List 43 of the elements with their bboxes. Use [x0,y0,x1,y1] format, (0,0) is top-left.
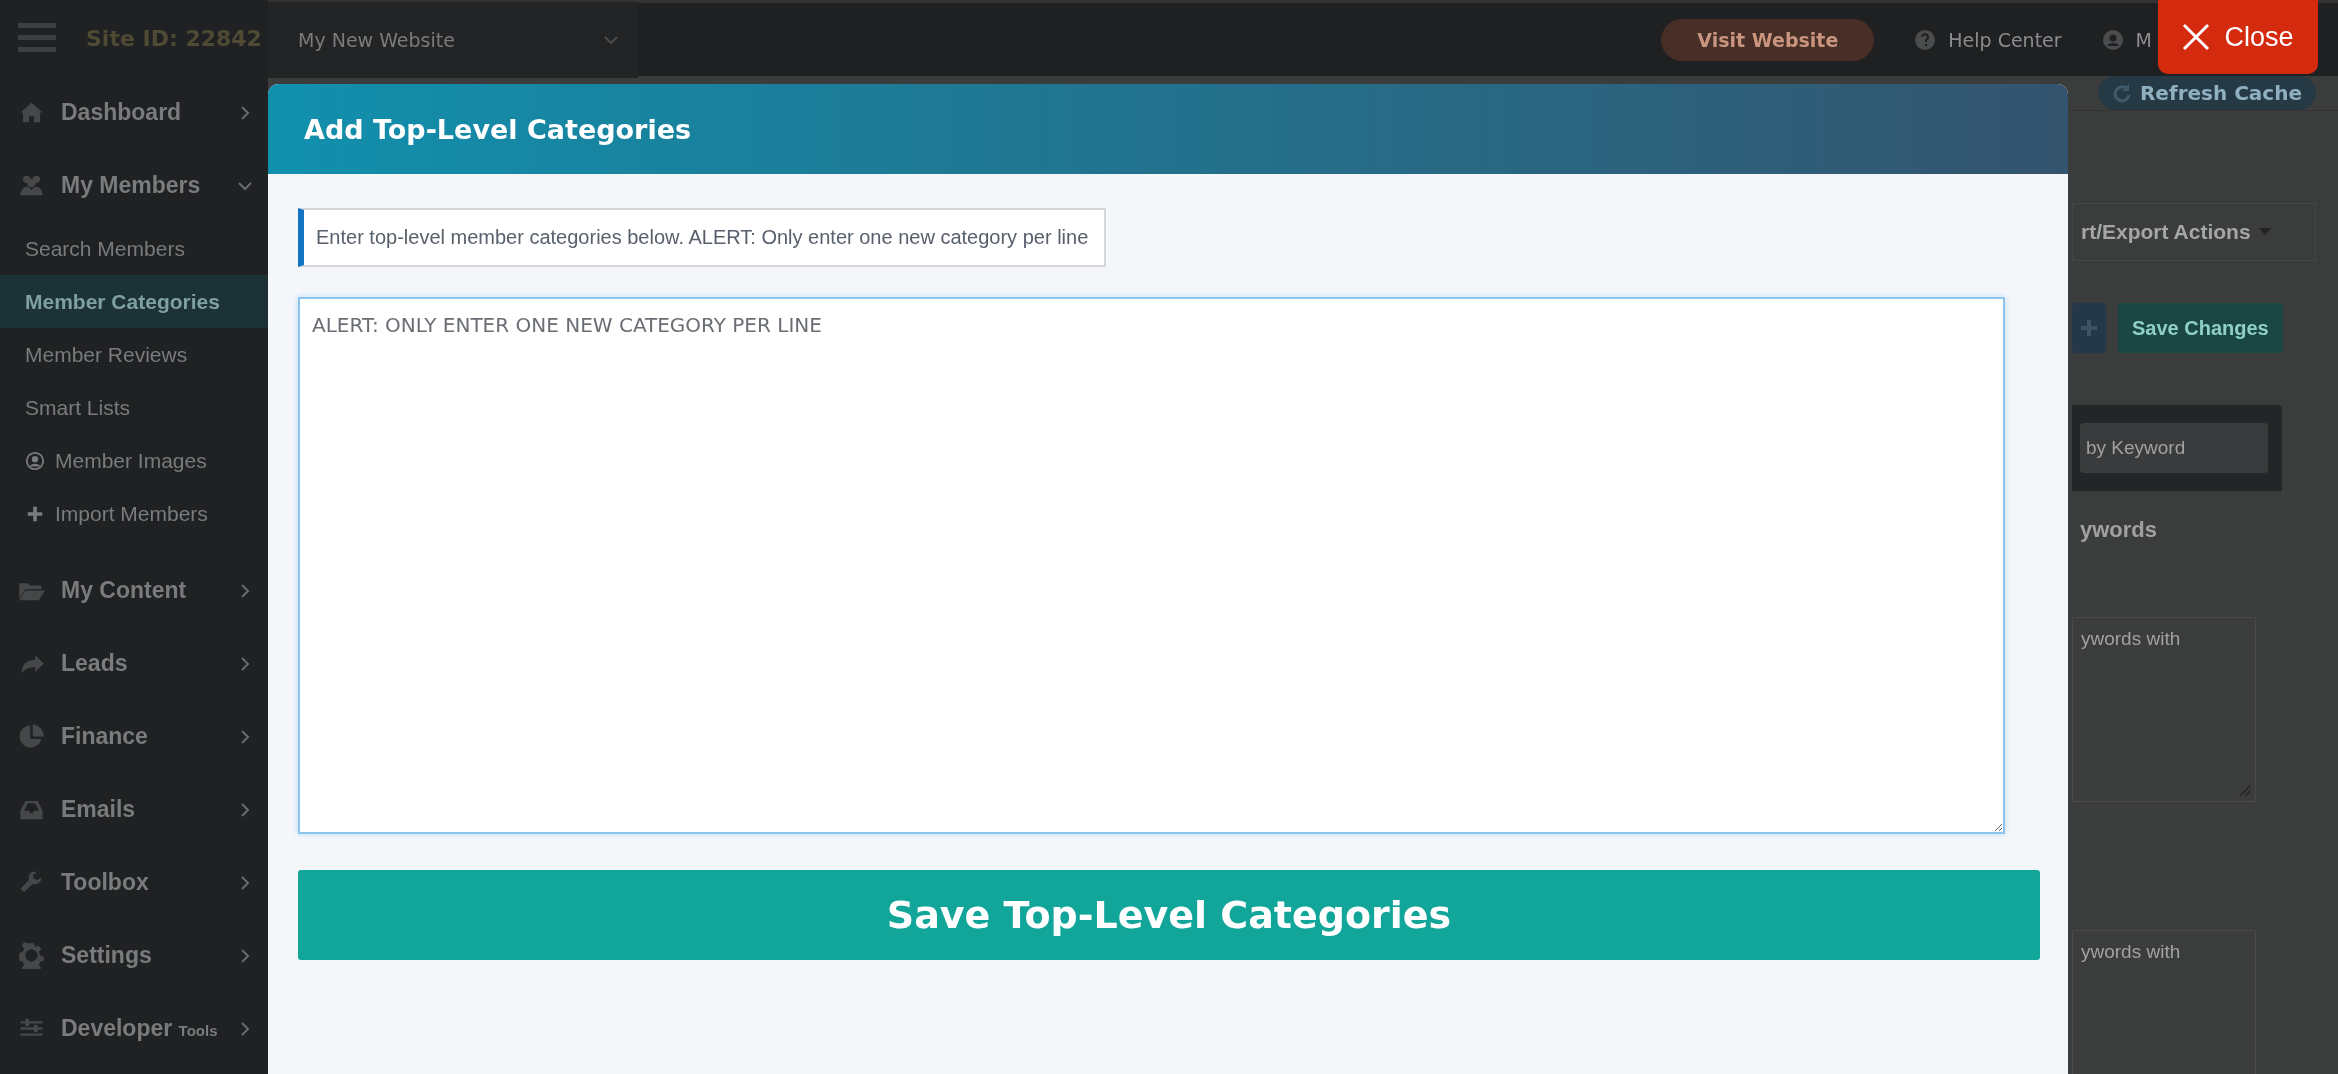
sidebar-item[interactable]: Leads [0,627,268,700]
save-changes-button[interactable]: Save Changes [2118,303,2283,353]
sidebar-item[interactable]: Emails [0,773,268,846]
menu-icon[interactable] [18,23,56,53]
refresh-icon [2111,83,2132,103]
sidebar-subitem[interactable]: Smart Lists [0,381,268,434]
question-icon [1914,28,1937,51]
sidebar-item[interactable]: My Members [0,149,268,222]
user-icon [2101,28,2124,51]
help-link[interactable]: Help Center [1914,28,2062,51]
keywords-field[interactable]: ywords with [2072,930,2256,1074]
sidebar-subitem[interactable]: Import Members [0,487,268,540]
resize-grip-icon [2237,783,2251,797]
visit-website-button[interactable]: Visit Website [1661,18,1875,61]
add-button[interactable] [2072,303,2106,353]
categories-textarea[interactable]: ALERT: ONLY ENTER ONE NEW CATEGORY PER LINE [298,297,2005,834]
sidebar-subitem[interactable]: Search Members [0,222,268,275]
keywords-field[interactable]: ywords with [2072,617,2256,802]
close-icon [2182,23,2211,51]
account-link[interactable]: M [2101,28,2152,51]
panel-heading: ywords [2080,517,2159,544]
sidebar-subitem[interactable]: Member Images [0,434,268,487]
sidebar-item[interactable]: Finance [0,700,268,773]
sidebar-item[interactable]: Developer Tools [0,992,268,1065]
search-field[interactable]: by Keyword [2080,423,2268,473]
sidebar-item[interactable]: Dashboard [0,76,268,149]
notice-text: Enter top-level member categories below. ALERT: Only enter one new category per line [298,208,1107,267]
sidebar-item[interactable]: Settings [0,919,268,992]
import-export-actions-button[interactable]: rt/Export Actions [2072,203,2316,261]
caret-icon [2258,228,2271,236]
save-categories-button[interactable]: Save Top-Level Categories [298,870,2040,960]
website-select[interactable]: My New Website [268,1,638,78]
close-button[interactable]: Close [2158,0,2318,74]
sidebar-subitem[interactable]: Member Reviews [0,328,268,381]
sidebar-item[interactable]: My Content [0,554,268,627]
sidebar-item[interactable]: Toolbox [0,846,268,919]
modal-title: Add Top-Level Categories [304,113,692,145]
pie-chart-icon [18,723,45,750]
gear-icon [18,942,45,969]
plus-icon [2081,320,2097,336]
refresh-cache-button[interactable]: Refresh Cache [2097,76,2316,110]
sidebar-subitem[interactable]: Member Categories [0,275,268,328]
user-circle-icon [25,450,45,471]
